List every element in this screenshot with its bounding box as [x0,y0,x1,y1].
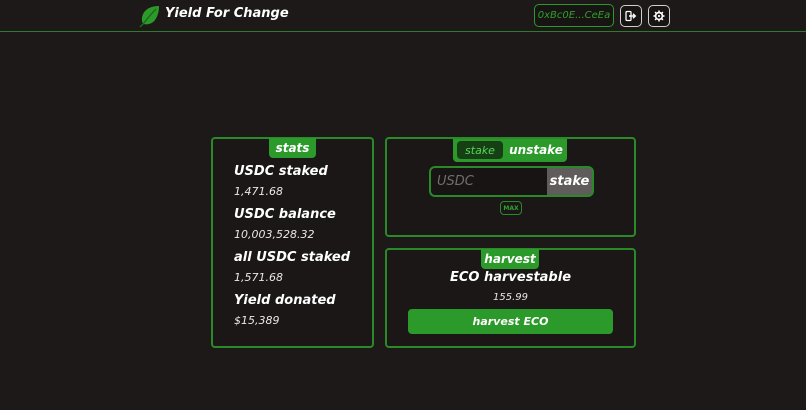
all-usdc-staked-label: all USDC staked [234,250,351,265]
logout-icon [625,7,637,26]
leaf-icon[interactable] [138,4,162,28]
tab-unstake[interactable]: unstake [509,141,563,159]
usdc-balance-value: 10,003,528.32 [234,228,315,241]
app-header: Yield For Change 0xBc0E...CeEa [0,0,806,32]
yield-donated-value: $15,389 [234,314,280,327]
settings-button[interactable] [648,5,670,27]
gear-icon [653,7,665,26]
logout-button[interactable] [620,5,642,27]
stats-panel: stats USDC staked 1,471.68 USDC balance … [211,137,374,348]
wallet-address-button[interactable]: 0xBc0E...CeEa [534,4,614,27]
stake-button[interactable]: stake [547,166,594,197]
eco-harvestable-label: ECO harvestable [449,270,572,285]
app-title[interactable]: Yield For Change [165,6,289,21]
usdc-staked-label: USDC staked [234,164,328,179]
harvest-panel: harvest ECO harvestable 155.99 harvest E… [385,248,636,348]
stake-unstake-toggle: stake unstake [453,139,567,162]
stats-tab: stats [269,138,316,158]
all-usdc-staked-value: 1,571.68 [234,271,283,284]
usdc-staked-value: 1,471.68 [234,185,283,198]
max-button[interactable]: MAX [500,201,522,215]
stake-panel: stake unstake stake MAX [385,137,636,237]
harvest-tab: harvest [481,249,539,269]
tab-stake[interactable]: stake [457,141,503,159]
eco-harvestable-value: 155.99 [493,292,528,303]
yield-donated-label: Yield donated [234,293,336,308]
usdc-amount-input[interactable] [429,166,547,197]
usdc-balance-label: USDC balance [234,207,336,222]
harvest-eco-button[interactable]: harvest ECO [408,309,613,334]
